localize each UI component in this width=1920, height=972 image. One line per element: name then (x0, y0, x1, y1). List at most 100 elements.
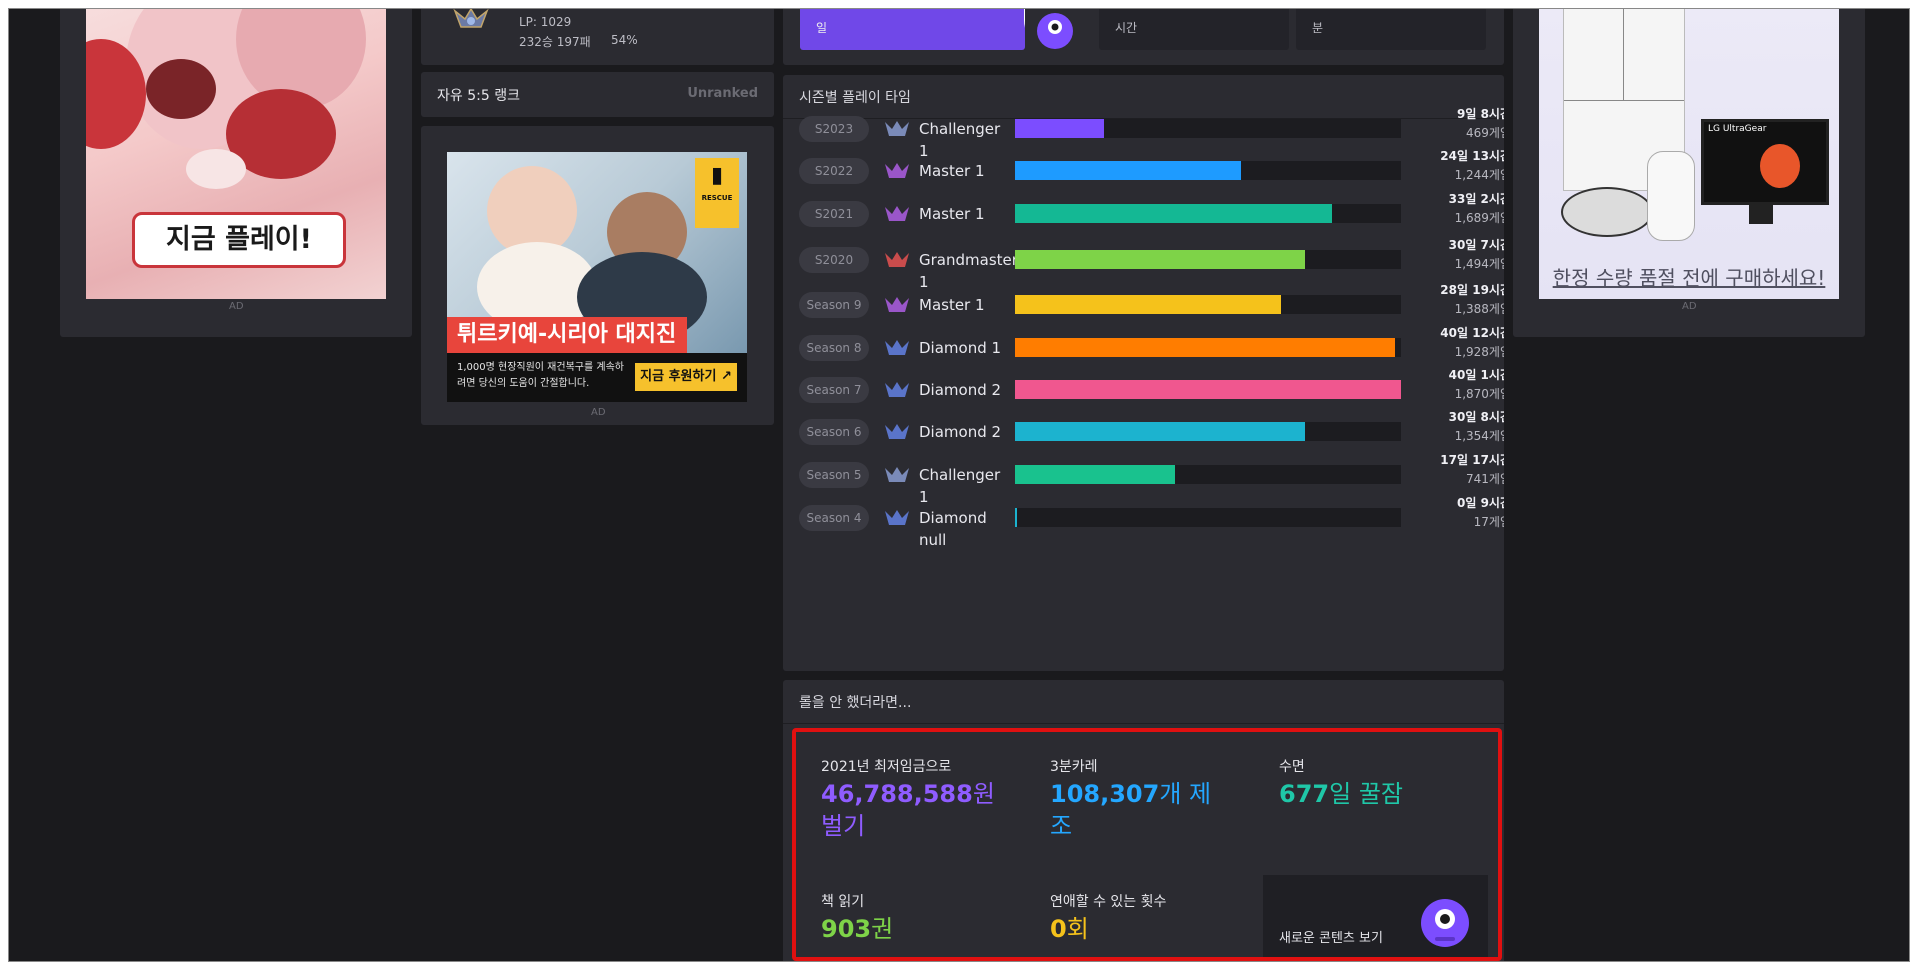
win-rate: 54% (611, 33, 638, 47)
hours-stat-box: 시간 (1099, 9, 1289, 50)
middle-ad-headline: 튀르키예-시리아 대지진 (447, 317, 687, 353)
hours-label: 시간 (1115, 21, 1138, 35)
middle-ad-image[interactable]: ▮ RESCUE 튀르키예-시리아 대지진 1,000명 현장직원이 재건복구를… (447, 152, 747, 402)
section-divider (783, 723, 1504, 724)
top-stats-card: 일 시간 분 (783, 9, 1504, 65)
right-ad-image[interactable]: LG UltraGear 한정 수량 품절 전에 구매하세요! (1539, 9, 1839, 299)
rescue-logo: ▮ RESCUE (695, 158, 739, 228)
games-played: 1,244게임 (1454, 168, 1504, 182)
tier-name: Master 1 (919, 296, 985, 314)
tier-emblem-icon (885, 206, 909, 221)
games-played: 1,928게임 (1454, 345, 1504, 359)
playtime-duration: 40일 1시간 (1448, 368, 1504, 382)
playtime-duration: 24일 13시간 (1440, 149, 1504, 163)
stat-highlight-outline (792, 728, 1502, 961)
play-now-button[interactable]: 지금 플레이! (132, 212, 346, 268)
playtime-duration: 28일 19시간 (1440, 283, 1504, 297)
playtime-bar-track (1015, 295, 1401, 314)
playtime-bar-track (1015, 508, 1401, 527)
season-badge: Season 5 (799, 462, 869, 488)
tier-name: Master 1 (919, 162, 985, 180)
playtime-duration: 33일 2시간 (1448, 192, 1504, 206)
season-badge: S2021 (799, 201, 869, 227)
tier-emblem-icon (885, 163, 909, 178)
playtime-bar-fill (1015, 508, 1017, 527)
playtime-bar-fill (1015, 250, 1305, 269)
playtime-duration: 30일 8시간 (1448, 410, 1504, 424)
playtime-bar-track (1015, 204, 1401, 223)
playtime-duration: 17일 17시간 (1440, 453, 1504, 467)
playtime-bar-fill (1015, 295, 1281, 314)
middle-ad-card: ▮ RESCUE 튀르키예-시리아 대지진 1,000명 현장직원이 재건복구를… (421, 126, 774, 425)
middle-ad-footer: 1,000명 현장직원이 재건복구를 계속하려면 당신의 도움이 간절합니다. … (447, 353, 747, 402)
left-ad-card: 지금 플레이! AD (60, 9, 412, 337)
days-label: 일 (816, 21, 828, 35)
season-playtime-title: 시즌별 플레이 타임 (799, 90, 911, 106)
tier-name: Challenger 1 (919, 120, 1001, 160)
tier-emblem-icon (885, 297, 909, 312)
tier-name: Challenger 1 (919, 466, 1001, 506)
playtime-bar-track (1015, 161, 1401, 180)
minutes-label: 분 (1312, 21, 1324, 35)
playtime-bar-fill (1015, 422, 1305, 441)
days-stat-box: 일 (800, 9, 1025, 50)
middle-ad-description: 1,000명 현장직원이 재건복구를 계속하려면 당신의 도움이 간절합니다. (457, 362, 624, 389)
games-played: 1,689게임 (1454, 211, 1504, 225)
right-ad-caption[interactable]: 한정 수량 품절 전에 구매하세요! (1539, 262, 1839, 291)
monitor-graphic: LG UltraGear (1701, 119, 1829, 205)
season-playtime-card: 시즌별 플레이 타임 S2023 Challenger 1 9일 8시간 469게임 S… (783, 75, 1504, 671)
tier-name: Diamond 2 (919, 423, 1002, 441)
flex-rank-card: 자유 5:5 랭크 Unranked (421, 72, 774, 117)
tier-emblem-icon (885, 510, 909, 525)
robot-vacuum-graphic (1561, 187, 1653, 237)
win-loss-record: 232승 197패 (519, 35, 591, 49)
tier-emblem-icon (885, 382, 909, 397)
arrow-icon: ↗ (720, 369, 732, 384)
games-played: 1,388게임 (1454, 302, 1504, 316)
playtime-duration: 30일 7시간 (1448, 238, 1504, 252)
left-ad-image[interactable]: 지금 플레이! (86, 9, 386, 299)
games-played: 17게임 (1473, 515, 1504, 529)
playtime-duration: 40일 12시간 (1440, 326, 1504, 340)
mascot-icon (1037, 13, 1073, 49)
lp-value: LP: 1029 (519, 15, 572, 29)
tier-emblem-icon (885, 121, 909, 136)
right-ad-card: LG UltraGear 한정 수량 품절 전에 구매하세요! AD (1513, 9, 1865, 337)
games-played: 1,870게임 (1454, 387, 1504, 401)
purifier-graphic (1647, 151, 1695, 241)
page-frame: 지금 플레이! AD LP: 1029 232승 197패 54% 자유 5:5… (8, 8, 1910, 962)
playtime-bar-track (1015, 422, 1401, 441)
donate-now-button[interactable]: 지금 후원하기 ↗ (635, 363, 737, 391)
challenger-emblem-icon (453, 9, 489, 28)
playtime-bar-fill (1015, 465, 1175, 484)
tier-name: Diamond 2 (919, 381, 1002, 399)
games-played: 1,354게임 (1454, 429, 1504, 443)
tier-emblem-icon (885, 252, 909, 267)
flex-rank-status: Unranked (687, 86, 758, 101)
mascot-badge (1024, 9, 1025, 50)
tier-name: Master 1 (919, 205, 985, 223)
season-badge: Season 4 (799, 505, 869, 531)
ad-label: AD (1682, 301, 1697, 312)
playtime-bar-fill (1015, 338, 1395, 357)
games-played: 469게임 (1466, 126, 1504, 140)
games-played: 1,494게임 (1454, 257, 1504, 271)
minutes-stat-box: 분 (1296, 9, 1486, 50)
playtime-bar-fill (1015, 161, 1241, 180)
playtime-bar-fill (1015, 119, 1104, 138)
playtime-bar-fill (1015, 380, 1401, 399)
season-badge: Season 8 (799, 335, 869, 361)
season-badge: S2020 (799, 247, 869, 273)
tier-emblem-icon (885, 340, 909, 355)
season-badge: S2022 (799, 158, 869, 184)
if-not-played-title: 롤을 안 했더라면... (799, 695, 912, 711)
tier-name: Diamond 1 (919, 339, 1002, 357)
tier-name: Diamond null (919, 509, 987, 549)
playtime-bar-track (1015, 119, 1401, 138)
playtime-bar-track (1015, 380, 1401, 399)
season-badge: Season 9 (799, 292, 869, 318)
tier-name: Grandmaster 1 (919, 251, 1018, 291)
season-badge: S2023 (799, 116, 869, 142)
season-badge: Season 7 (799, 377, 869, 403)
monitor-stand (1749, 202, 1773, 224)
